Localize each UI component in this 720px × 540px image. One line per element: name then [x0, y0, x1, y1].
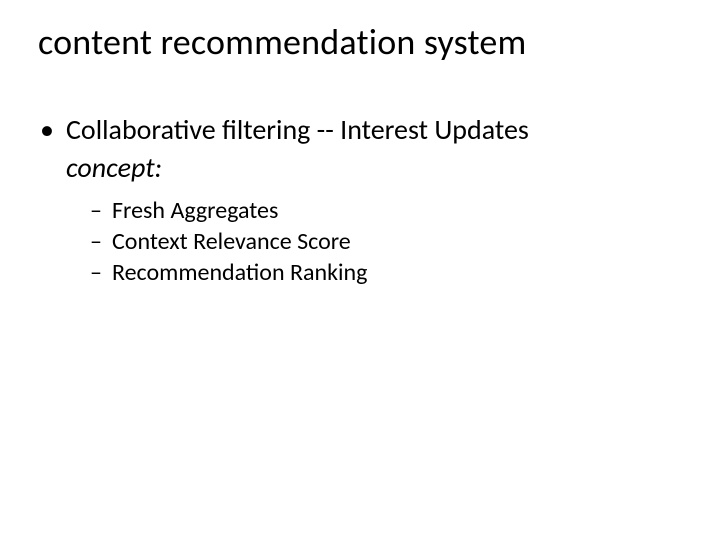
- concept-label: concept:: [66, 148, 720, 186]
- subitem-label: Context Relevance Score: [112, 227, 351, 256]
- bullet-label: Collaborative filtering -- Interest Upda…: [66, 112, 529, 147]
- slide-title: content recommendation system: [0, 20, 720, 64]
- subitem-label: Fresh Aggregates: [112, 196, 278, 225]
- subitem-recommendation-ranking: Recommendation Ranking: [90, 257, 720, 288]
- bullet-item-collaborative-filtering: Collaborative filtering -- Interest Upda…: [40, 112, 720, 288]
- subitem-context-relevance-score: Context Relevance Score: [90, 226, 720, 257]
- subitem-fresh-aggregates: Fresh Aggregates: [90, 195, 720, 226]
- bullet-list-level1: Collaborative filtering -- Interest Upda…: [0, 112, 720, 288]
- subitem-label: Recommendation Ranking: [112, 258, 367, 287]
- bullet-list-level2: Fresh Aggregates Context Relevance Score…: [66, 195, 720, 289]
